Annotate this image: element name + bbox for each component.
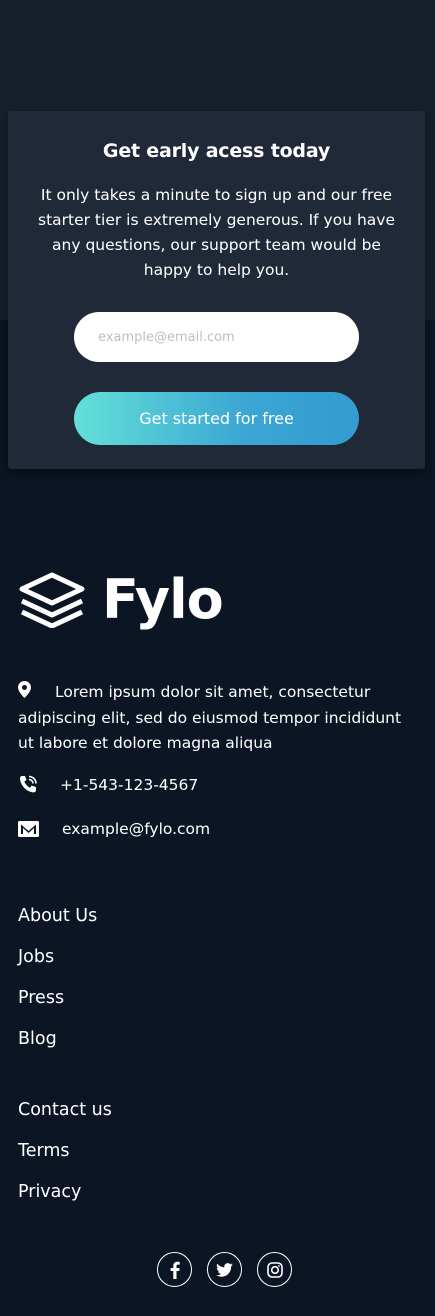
footer-links-primary: About Us Jobs Press Blog bbox=[18, 904, 97, 1068]
logo-layers-icon bbox=[19, 572, 85, 628]
contact-email[interactable]: example@fylo.com bbox=[18, 820, 210, 838]
link-terms[interactable]: Terms bbox=[18, 1141, 70, 1161]
link-jobs[interactable]: Jobs bbox=[18, 947, 54, 967]
link-contact-us[interactable]: Contact us bbox=[18, 1100, 112, 1120]
signup-title: Get early acess today bbox=[102, 140, 331, 162]
link-press[interactable]: Press bbox=[18, 988, 64, 1008]
facebook-icon[interactable] bbox=[157, 1252, 192, 1287]
email-text: example@fylo.com bbox=[62, 820, 211, 838]
address-text: Lorem ipsum dolor sit amet, consectetur … bbox=[18, 683, 402, 752]
phone-icon bbox=[18, 775, 60, 795]
email-input[interactable] bbox=[74, 312, 359, 362]
signup-card: Get early acess today It only takes a mi… bbox=[8, 111, 425, 469]
contact-phone[interactable]: +1-543-123-4567 bbox=[18, 775, 198, 795]
footer-links-secondary: Contact us Terms Privacy bbox=[18, 1098, 112, 1221]
link-blog[interactable]: Blog bbox=[18, 1029, 57, 1049]
instagram-icon[interactable] bbox=[257, 1252, 292, 1287]
email-icon bbox=[18, 821, 62, 837]
contact-address: Lorem ipsum dolor sit amet, consectetur … bbox=[18, 680, 418, 756]
footer-logo[interactable]: Fylo bbox=[18, 568, 224, 632]
link-about-us[interactable]: About Us bbox=[18, 906, 97, 926]
social-links bbox=[157, 1252, 292, 1287]
logo-text: Fylo bbox=[102, 568, 224, 631]
twitter-icon[interactable] bbox=[207, 1252, 242, 1287]
signup-description: It only takes a minute to sign up and ou… bbox=[38, 186, 395, 279]
link-privacy[interactable]: Privacy bbox=[18, 1182, 81, 1202]
phone-text: +1-543-123-4567 bbox=[60, 776, 199, 794]
get-started-button[interactable]: Get started for free bbox=[74, 392, 359, 445]
location-pin-icon bbox=[18, 680, 55, 706]
